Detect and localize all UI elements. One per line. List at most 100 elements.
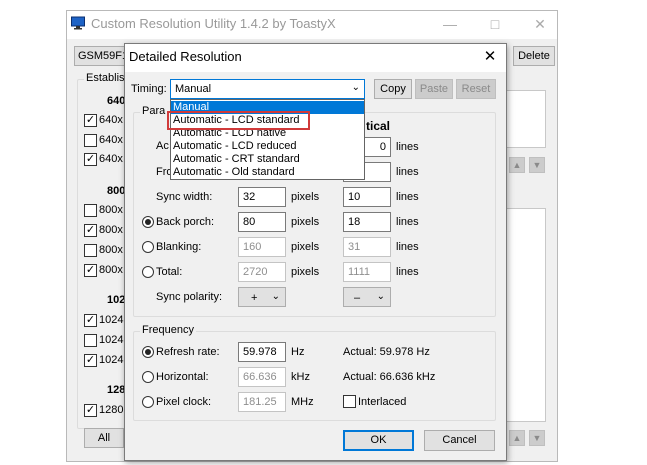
- dialog-close-icon[interactable]: ✕: [481, 47, 499, 67]
- timing-label: Timing:: [131, 83, 167, 95]
- v-polarity-select[interactable]: – ⌄: [343, 287, 391, 307]
- timing-combobox[interactable]: Manual ⌄: [170, 79, 365, 99]
- back-porch-label: Back porch:: [156, 216, 215, 228]
- app-icon: [71, 16, 85, 30]
- move-down-icon[interactable]: ▼: [529, 430, 545, 446]
- dialog-title: Detailed Resolution: [129, 49, 242, 64]
- paste-button[interactable]: Paste: [415, 79, 453, 99]
- pixel-clock-unit: MHz: [291, 396, 314, 408]
- group-header-800: 800: [107, 185, 126, 197]
- v-polarity-value: –: [354, 292, 361, 304]
- blanking-label: Blanking:: [156, 241, 202, 253]
- timing-value: Manual: [175, 83, 212, 95]
- res-label: 1024: [99, 314, 124, 326]
- refresh-rate-label: Refresh rate:: [156, 346, 220, 358]
- res-checkbox[interactable]: ✓: [84, 404, 97, 417]
- horizontal-unit: kHz: [291, 371, 310, 383]
- pixel-clock-radio[interactable]: [142, 396, 154, 408]
- res-label: 800x: [99, 224, 123, 236]
- res-checkbox[interactable]: ✓: [84, 354, 97, 367]
- ok-button[interactable]: OK: [343, 430, 414, 451]
- res-checkbox[interactable]: ✓: [84, 314, 97, 327]
- sync-width-label: Sync width:: [156, 191, 213, 203]
- interlaced-checkbox[interactable]: [343, 395, 356, 408]
- res-checkbox[interactable]: ✓: [84, 153, 97, 166]
- res-label: 640x: [99, 114, 123, 126]
- minimize-icon[interactable]: —: [440, 14, 460, 34]
- pixels-unit: pixels: [291, 216, 320, 228]
- detailed-list-bottom[interactable]: [506, 208, 546, 422]
- res-label: 640x: [99, 134, 123, 146]
- lines-unit: lines: [396, 191, 419, 203]
- timing-option-lcd-reduced[interactable]: Automatic - LCD reduced: [171, 140, 364, 153]
- maximize-icon[interactable]: □: [485, 14, 505, 34]
- back-porch-radio[interactable]: [142, 216, 154, 228]
- established-label: Establis: [84, 72, 127, 84]
- cancel-button[interactable]: Cancel: [424, 430, 495, 451]
- lines-unit: lines: [396, 266, 419, 278]
- refresh-rate-radio[interactable]: [142, 346, 154, 358]
- sync-polarity-label: Sync polarity:: [156, 291, 223, 303]
- blanking-v-field[interactable]: 31: [343, 237, 391, 257]
- lines-unit: lines: [396, 141, 419, 153]
- move-up-icon[interactable]: ▲: [509, 430, 525, 446]
- sync-width-v-field[interactable]: 10: [343, 187, 391, 207]
- h-polarity-value: +: [251, 292, 258, 304]
- monitor-select[interactable]: GSM59F1: [74, 46, 128, 66]
- blanking-radio[interactable]: [142, 241, 154, 253]
- timing-option-crt-standard[interactable]: Automatic - CRT standard: [171, 153, 364, 166]
- res-checkbox[interactable]: [84, 204, 97, 217]
- pixels-unit: pixels: [291, 241, 320, 253]
- back-porch-v-field[interactable]: 18: [343, 212, 391, 232]
- horizontal-field[interactable]: 66.636: [238, 367, 286, 387]
- res-checkbox[interactable]: ✓: [84, 264, 97, 277]
- timing-option-old-standard[interactable]: Automatic - Old standard: [171, 166, 364, 179]
- res-checkbox[interactable]: [84, 244, 97, 257]
- lines-unit: lines: [396, 166, 419, 178]
- horizontal-radio[interactable]: [142, 371, 154, 383]
- total-radio[interactable]: [142, 266, 154, 278]
- group-header-640: 640: [107, 95, 126, 107]
- group-header-1024: 102: [107, 294, 126, 306]
- main-window-title: Custom Resolution Utility 1.4.2 by Toast…: [91, 16, 336, 31]
- blanking-h-field[interactable]: 160: [238, 237, 286, 257]
- res-label: 640x: [99, 153, 123, 165]
- detailed-list-top[interactable]: [506, 90, 546, 148]
- move-up-icon[interactable]: ▲: [509, 157, 525, 173]
- back-porch-h-field[interactable]: 80: [238, 212, 286, 232]
- res-checkbox[interactable]: ✓: [84, 114, 97, 127]
- res-label: 800x: [99, 244, 123, 256]
- active-label: Ac: [156, 140, 169, 152]
- pixels-unit: pixels: [291, 266, 320, 278]
- pixel-clock-field[interactable]: 181.25: [238, 392, 286, 412]
- group-header-1280: 128: [107, 384, 126, 396]
- refresh-rate-unit: Hz: [291, 346, 305, 358]
- res-label: 800x: [99, 264, 123, 276]
- res-checkbox[interactable]: [84, 134, 97, 147]
- sync-width-h-field[interactable]: 32: [238, 187, 286, 207]
- pixel-clock-label: Pixel clock:: [156, 396, 212, 408]
- total-label: Total:: [156, 266, 183, 278]
- res-label: 1280: [99, 404, 124, 416]
- move-down-icon[interactable]: ▼: [529, 157, 545, 173]
- pixels-unit: pixels: [291, 191, 320, 203]
- reset-button[interactable]: Reset: [456, 79, 496, 99]
- res-checkbox[interactable]: [84, 334, 97, 347]
- close-icon[interactable]: ✕: [530, 14, 550, 34]
- all-button[interactable]: All: [84, 428, 124, 448]
- interlaced-label: Interlaced: [358, 396, 407, 408]
- res-checkbox[interactable]: ✓: [84, 224, 97, 237]
- h-polarity-select[interactable]: + ⌄: [238, 287, 286, 307]
- res-label: 1024: [99, 334, 124, 346]
- total-v-field[interactable]: 1111: [343, 262, 391, 282]
- refresh-rate-field[interactable]: 59.978: [238, 342, 286, 362]
- copy-button[interactable]: Copy: [374, 79, 412, 99]
- horizontal-label: Horizontal:: [156, 371, 209, 383]
- lines-unit: lines: [396, 216, 419, 228]
- parameters-label: Para: [140, 105, 168, 117]
- delete-button[interactable]: Delete: [513, 46, 555, 66]
- chevron-down-icon: ⌄: [271, 291, 280, 302]
- refresh-rate-actual: Actual: 59.978 Hz: [343, 346, 430, 358]
- lines-unit: lines: [396, 241, 419, 253]
- total-h-field[interactable]: 2720: [238, 262, 286, 282]
